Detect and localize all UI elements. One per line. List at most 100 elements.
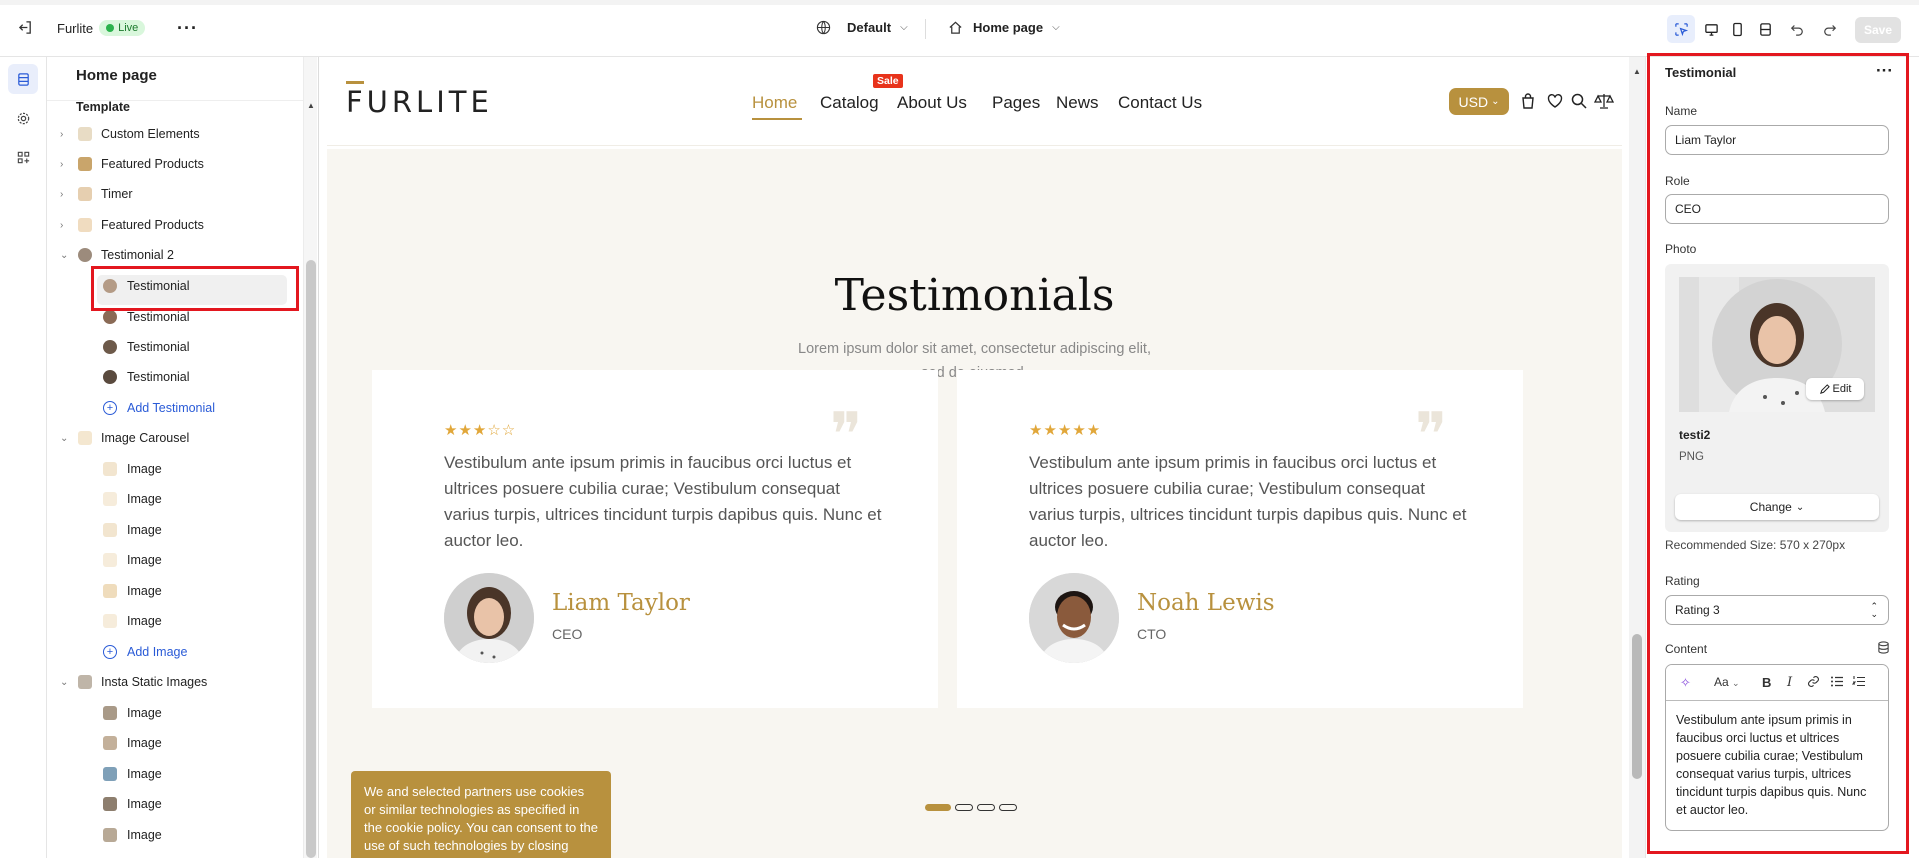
chevron-down-icon: ⌄ <box>60 676 69 688</box>
bag-icon[interactable] <box>1519 92 1537 113</box>
tree-item-label: Image <box>127 736 162 750</box>
store-logo[interactable]: FURLITE <box>346 81 493 119</box>
settings-rail-button[interactable] <box>8 103 38 133</box>
tree-item-label: Image <box>127 828 162 842</box>
home-icon <box>949 21 962 34</box>
section-thumbnail <box>78 431 92 445</box>
sale-badge: Sale <box>873 74 903 88</box>
live-dot <box>106 24 115 32</box>
chevron-right-icon: › <box>60 128 64 140</box>
nav-pages[interactable]: Pages <box>992 93 1040 113</box>
tree-item-image[interactable]: Image <box>47 454 304 484</box>
chevron-down-icon: ⌄ <box>1491 96 1500 107</box>
page-label: Home page <box>973 20 1044 35</box>
image-thumbnail <box>103 462 117 476</box>
add-image-button[interactable]: + Add Image <box>47 637 304 667</box>
chevron-right-icon: › <box>60 188 64 200</box>
scroll-thumb[interactable] <box>1632 634 1642 779</box>
logo-bar <box>346 81 364 84</box>
carousel-dot-active[interactable] <box>925 804 951 811</box>
chevron-down-icon: ⌄ <box>60 432 69 444</box>
tree-item-label: Featured Products <box>101 218 204 232</box>
tree-item-timer[interactable]: › Timer <box>47 179 304 209</box>
theme-selector[interactable]: Default ⌵ <box>816 20 908 35</box>
tree-item-image[interactable]: Image <box>47 759 304 789</box>
tree-item-featured-products[interactable]: › Featured Products <box>47 149 304 179</box>
plus-circle-icon: + <box>103 401 117 415</box>
undo-icon <box>1790 25 1803 36</box>
sections-rail-button[interactable] <box>8 64 38 94</box>
save-button[interactable]: Save <box>1855 17 1901 43</box>
tree-item-image[interactable]: Image <box>47 606 304 636</box>
fullwidth-view-button[interactable] <box>1751 15 1779 43</box>
mobile-view-button[interactable] <box>1723 15 1751 43</box>
template-group-label: Template <box>76 100 130 114</box>
carousel-dot[interactable] <box>955 804 973 811</box>
tree-item-featured-products-2[interactable]: › Featured Products <box>47 210 304 240</box>
nav-about-us[interactable]: About Us <box>897 93 967 113</box>
preview-scrollbar[interactable]: ▲ <box>1629 57 1645 858</box>
tree-item-image[interactable]: Image <box>47 545 304 575</box>
tree-scrollbar[interactable]: ▲ <box>303 57 317 858</box>
person-role: CTO <box>1137 626 1167 642</box>
carousel-dot[interactable] <box>977 804 995 811</box>
heart-icon[interactable] <box>1546 92 1564 113</box>
more-icon: ··· <box>177 18 198 38</box>
nav-contact-us[interactable]: Contact Us <box>1118 93 1202 113</box>
gear-icon <box>17 112 29 124</box>
scroll-thumb[interactable] <box>306 260 316 858</box>
tree-item-image[interactable]: Image <box>47 820 304 850</box>
divider <box>925 19 926 39</box>
desktop-view-button[interactable] <box>1697 15 1725 43</box>
apps-rail-button[interactable] <box>8 142 38 172</box>
avatar-thumbnail <box>103 370 117 384</box>
cookie-banner: We and selected partners use cookies or … <box>351 771 611 858</box>
person-role: CEO <box>552 626 583 642</box>
tree-title: Home page <box>76 67 157 84</box>
section-thumbnail <box>78 127 92 141</box>
currency-selector[interactable]: USD ⌄ <box>1449 88 1509 115</box>
testimonial-card[interactable]: ★★★★★ ❞ Vestibulum ante ipsum primis in … <box>957 370 1523 708</box>
redo-icon <box>1824 25 1837 36</box>
compare-icon[interactable] <box>1593 92 1615 113</box>
tree-item-image-carousel[interactable]: ⌄ Image Carousel <box>47 423 304 453</box>
scroll-up-icon: ▲ <box>307 101 315 110</box>
currency-label: USD <box>1458 93 1489 110</box>
carousel-pagination <box>925 804 1017 811</box>
tree-item-insta-static-images[interactable]: ⌄ Insta Static Images <box>47 667 304 697</box>
nav-catalog[interactable]: Catalog <box>820 93 879 113</box>
testimonial-card[interactable]: ★★★☆☆ ❞ Vestibulum ante ipsum primis in … <box>372 370 938 708</box>
tree-item-label: Testimonial <box>127 340 190 354</box>
store-preview: FURLITE Home Catalog Sale About Us Pages… <box>318 57 1629 858</box>
tree-item-image[interactable]: Image <box>47 728 304 758</box>
tree-item-image[interactable]: Image <box>47 576 304 606</box>
nav-home[interactable]: Home <box>752 93 797 113</box>
tree-item-testimonial[interactable]: Testimonial <box>47 332 304 362</box>
page-selector[interactable]: Home page ⌵ <box>948 20 1060 35</box>
tree-item-custom-elements[interactable]: › Custom Elements <box>47 119 304 149</box>
search-icon[interactable] <box>1570 92 1588 113</box>
chevron-down-icon: ⌄ <box>60 249 69 261</box>
tree-item-testimonial[interactable]: Testimonial <box>47 362 304 392</box>
layout-icon <box>1759 22 1771 36</box>
chevron-down-icon: ⌵ <box>1052 22 1060 33</box>
tree-item-image[interactable]: Image <box>47 789 304 819</box>
tree-item-image[interactable]: Image <box>47 515 304 545</box>
redo-button[interactable] <box>1816 15 1844 43</box>
inspector-button[interactable] <box>1667 15 1695 43</box>
mobile-icon <box>1732 22 1742 36</box>
tree-item-image[interactable]: Image <box>47 484 304 514</box>
carousel-dot[interactable] <box>999 804 1017 811</box>
store-name: Furlite <box>57 20 94 36</box>
exit-button[interactable] <box>18 20 33 35</box>
tree-item-image[interactable]: Image <box>47 698 304 728</box>
apps-icon <box>17 151 29 163</box>
nav-news[interactable]: News <box>1056 93 1099 113</box>
testimonial-text: Vestibulum ante ipsum primis in faucibus… <box>444 453 882 550</box>
undo-button[interactable] <box>1783 15 1811 43</box>
add-testimonial-button[interactable]: + Add Testimonial <box>47 393 304 423</box>
top-strip <box>0 0 1919 5</box>
image-thumbnail <box>103 706 117 720</box>
more-menu-button[interactable]: ··· <box>177 18 198 39</box>
tree-item-label: Image <box>127 584 162 598</box>
